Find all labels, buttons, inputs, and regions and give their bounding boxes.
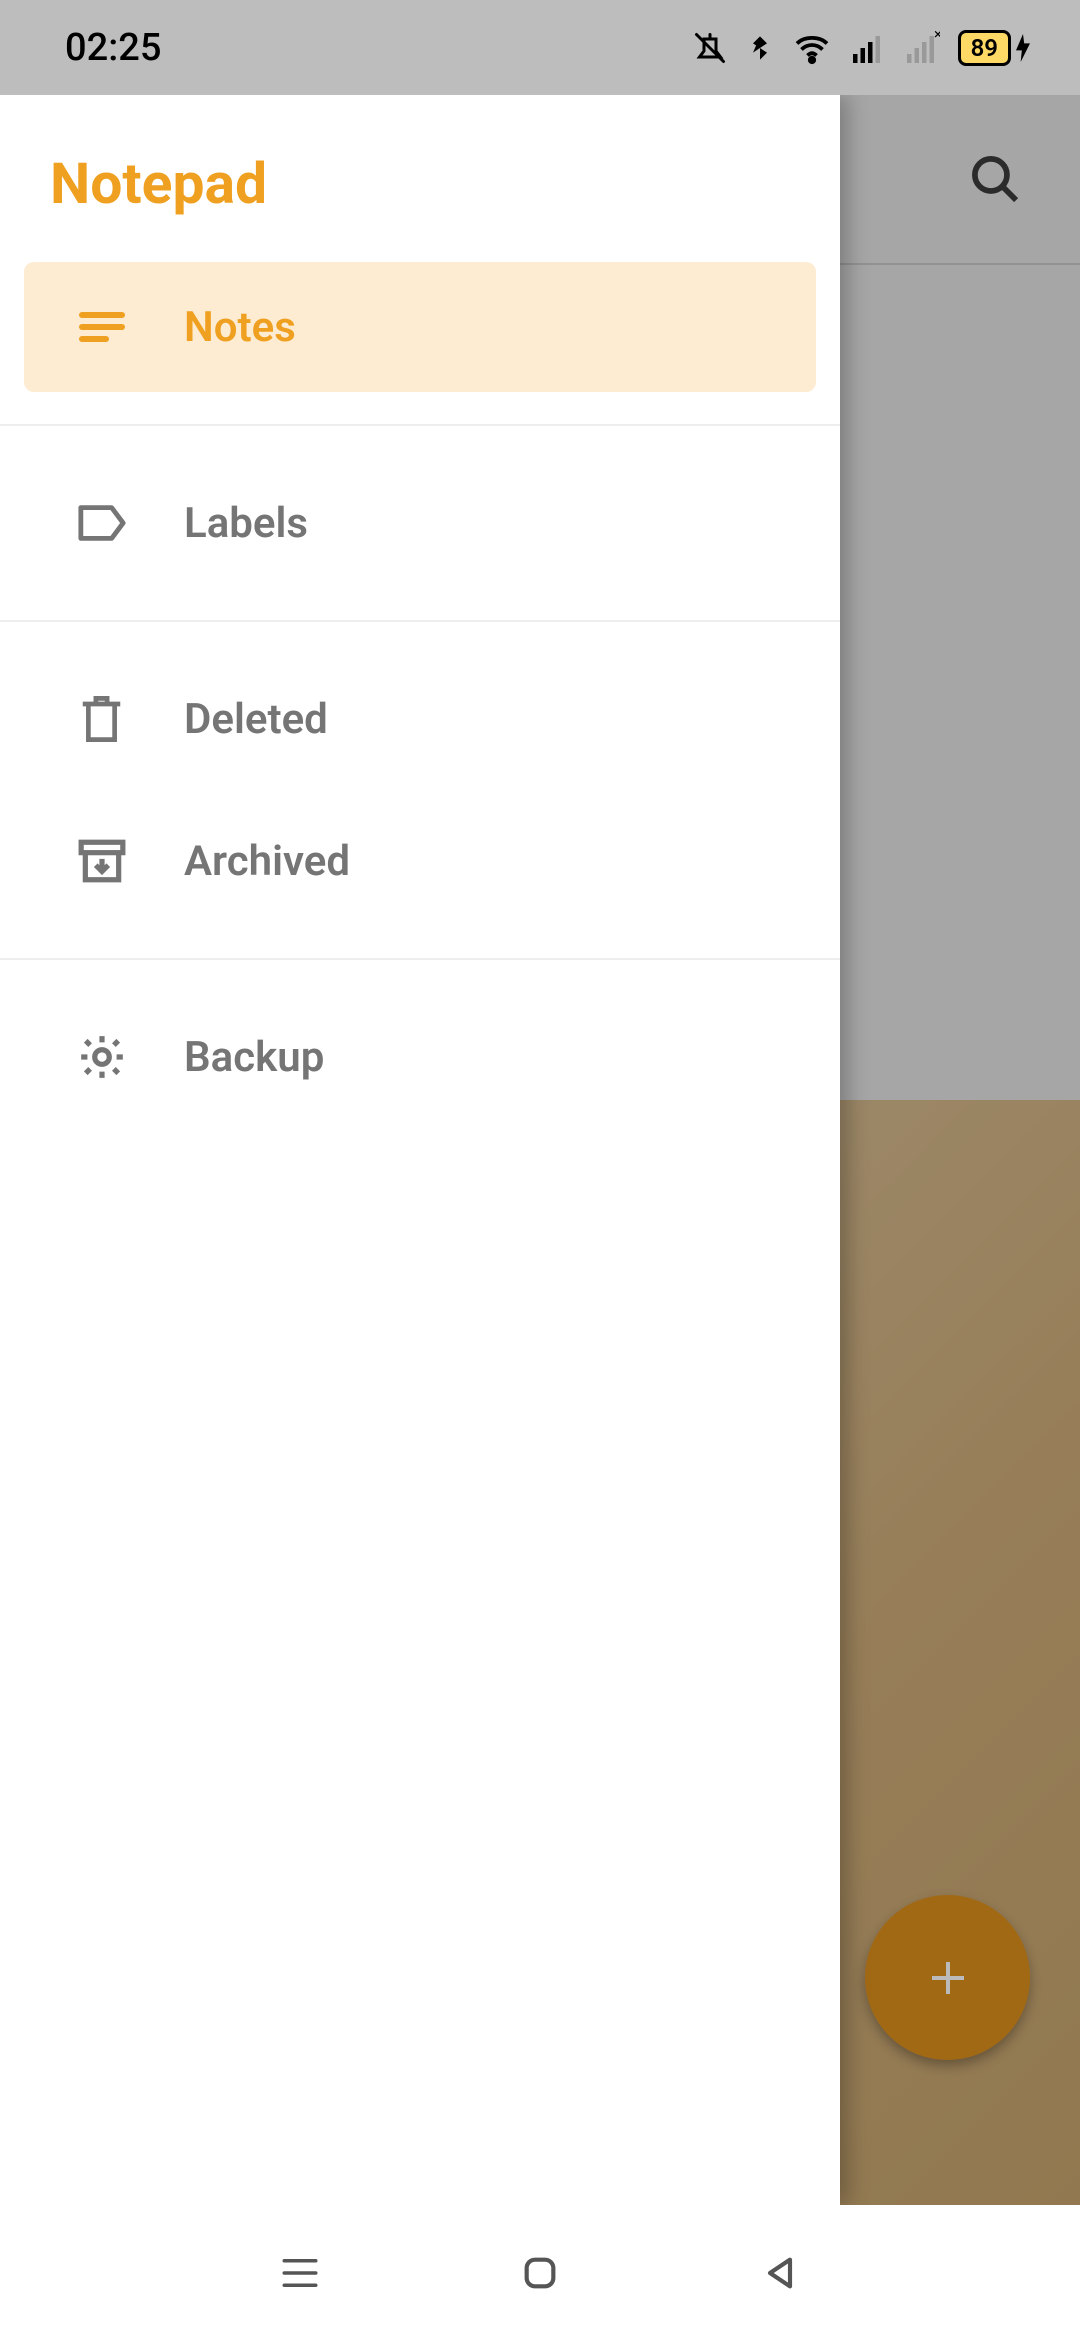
square-icon xyxy=(520,2253,560,2293)
drawer-items-container: Deleted Archived xyxy=(0,654,840,926)
drawer-item-notes[interactable]: Notes xyxy=(24,262,816,392)
charging-icon xyxy=(1014,34,1032,62)
drawer-items-container: Notes xyxy=(0,262,840,392)
navigation-drawer: Notepad Notes Labels xyxy=(0,95,840,2205)
drawer-item-label: Archived xyxy=(184,837,350,886)
drawer-item-labels[interactable]: Labels xyxy=(24,458,816,588)
drawer-item-label: Backup xyxy=(184,1033,324,1082)
signal-icon xyxy=(850,30,886,66)
drawer-item-label: Labels xyxy=(184,499,308,548)
status-icons: × 89 xyxy=(692,30,1032,66)
nav-back-button[interactable] xyxy=(750,2243,810,2303)
signal2-icon: × xyxy=(904,30,940,66)
drawer-item-label: Deleted xyxy=(184,695,328,744)
add-note-fab[interactable] xyxy=(865,1895,1030,2060)
archive-icon xyxy=(74,834,129,889)
divider xyxy=(0,620,840,622)
divider xyxy=(0,958,840,960)
bluetooth-icon xyxy=(746,30,774,66)
battery-percent: 89 xyxy=(958,30,1011,66)
system-nav-bar xyxy=(0,2205,1080,2340)
drawer-item-backup[interactable]: Backup xyxy=(24,992,816,1122)
status-bar: 02:25 × 89 xyxy=(0,0,1080,95)
label-icon xyxy=(74,496,129,551)
wifi-icon xyxy=(792,30,832,66)
nav-recent-button[interactable] xyxy=(270,2243,330,2303)
nav-home-button[interactable] xyxy=(510,2243,570,2303)
app-title: Notepad xyxy=(50,150,790,217)
plus-icon xyxy=(924,1954,972,2002)
notes-icon xyxy=(74,300,129,355)
menu-lines-icon xyxy=(279,2255,321,2291)
svg-text:×: × xyxy=(934,30,940,43)
trash-icon xyxy=(74,692,129,747)
drawer-header: Notepad xyxy=(0,95,840,262)
status-time: 02:25 xyxy=(65,26,161,70)
divider xyxy=(0,424,840,426)
drawer-item-label: Notes xyxy=(184,303,296,352)
drawer-item-deleted[interactable]: Deleted xyxy=(24,654,816,784)
gear-icon xyxy=(74,1030,129,1085)
silent-icon xyxy=(692,30,728,66)
drawer-items-container: Labels xyxy=(0,458,840,588)
battery-indicator: 89 xyxy=(958,30,1032,66)
back-triangle-icon xyxy=(760,2253,800,2293)
drawer-items-container: Backup xyxy=(0,992,840,1122)
drawer-item-archived[interactable]: Archived xyxy=(24,796,816,926)
